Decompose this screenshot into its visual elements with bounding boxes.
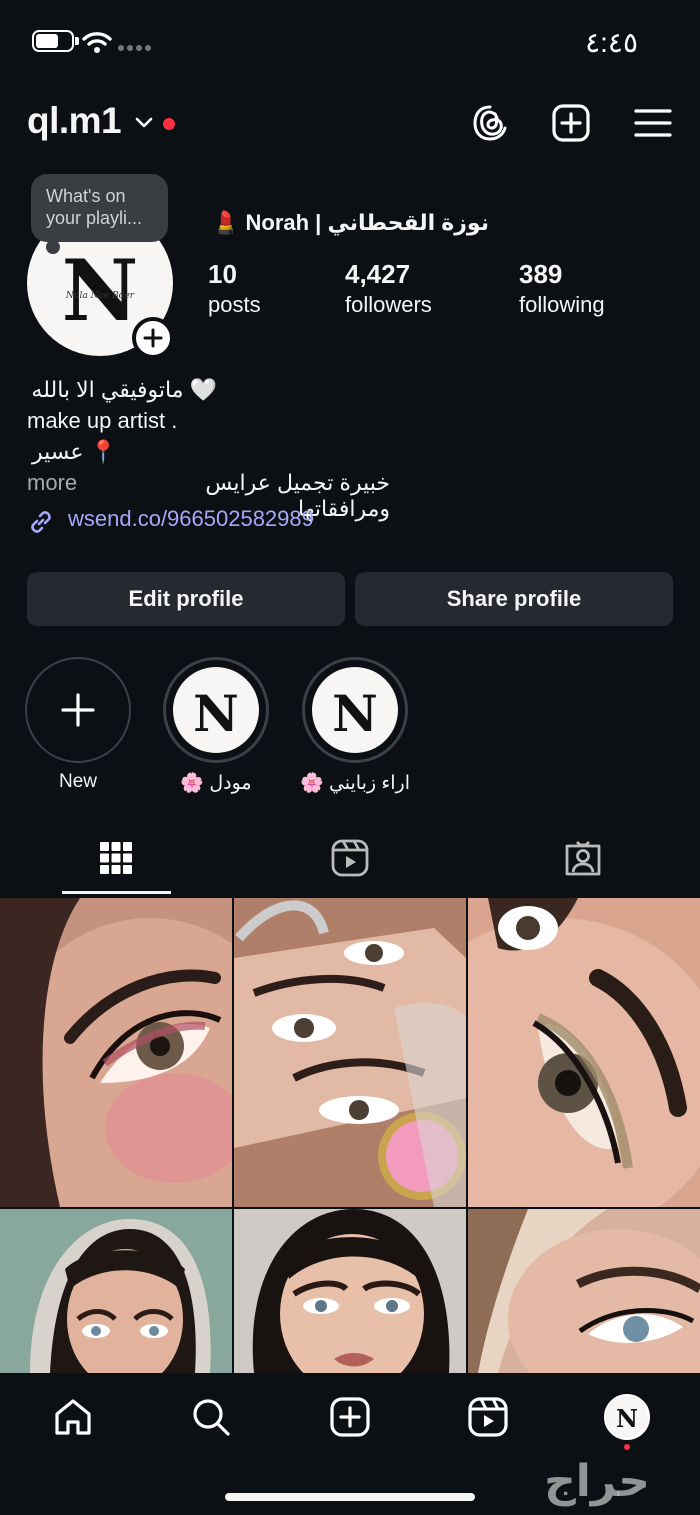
bio-link[interactable]: wsend.co/966502582989 (68, 506, 314, 532)
notification-dot (163, 118, 175, 130)
svg-text:حراج: حراج (544, 1456, 650, 1507)
create-icon[interactable] (551, 103, 591, 143)
highlight-reviews[interactable]: N (302, 657, 408, 763)
reels-icon[interactable] (467, 1396, 509, 1438)
create-icon[interactable] (329, 1396, 371, 1438)
svg-text:N: N (616, 1404, 638, 1433)
grid-post-5[interactable] (234, 1209, 466, 1373)
plus-icon (61, 693, 95, 727)
profile-tab-avatar[interactable]: N (604, 1394, 650, 1440)
monogram-logo: N (332, 684, 378, 743)
chevron-down-icon[interactable] (135, 116, 153, 130)
grid-post-2[interactable] (234, 898, 466, 1207)
posts-label[interactable]: posts (208, 292, 261, 318)
highlight-label-new: New (58, 771, 97, 792)
grid-post-1[interactable] (0, 898, 232, 1207)
edit-profile-button[interactable]: Edit profile (27, 572, 345, 626)
threads-icon[interactable] (470, 103, 510, 143)
menu-icon[interactable] (633, 103, 673, 143)
reels-icon[interactable] (330, 838, 370, 878)
note-bubble[interactable]: What's on your playli... (31, 174, 168, 242)
search-icon[interactable] (190, 1396, 232, 1438)
link-icon (31, 511, 51, 533)
bio-more-link[interactable]: more (27, 470, 77, 496)
grid-icon[interactable] (96, 838, 136, 878)
following-label[interactable]: following (519, 292, 605, 318)
new-highlight-button[interactable] (25, 657, 131, 763)
posts-count[interactable]: 10 (208, 259, 237, 290)
svg-text:Nula Nae Bder: Nula Nae Bder (65, 291, 135, 301)
following-count[interactable]: 389 (519, 259, 562, 290)
tagged-icon[interactable] (563, 838, 603, 878)
grid-post-4[interactable] (0, 1209, 232, 1373)
active-tab-indicator (62, 891, 171, 894)
monogram-logo: N (193, 684, 239, 743)
highlight-label-reviews: 🌸 اراء زبايني (300, 773, 410, 794)
cellular-signal-icon (118, 45, 151, 51)
monogram-logo: N (616, 1404, 638, 1433)
bio-line-3: 📍 عسير (31, 439, 117, 464)
svg-text:N: N (193, 684, 239, 743)
note-bubble-tail (46, 240, 60, 254)
notification-dot (624, 1444, 630, 1450)
grid-post-6[interactable] (468, 1209, 700, 1373)
followers-count[interactable]: 4,427 (345, 259, 410, 290)
add-story-button[interactable] (132, 317, 174, 359)
haraj-watermark: حراج (544, 1456, 650, 1507)
svg-text:N: N (332, 684, 378, 743)
status-time: ٤:٤٥ (585, 27, 638, 58)
share-profile-button[interactable]: Share profile (355, 572, 673, 626)
bio-line-2: make up artist . (27, 408, 178, 433)
account-switcher-username[interactable]: ql.m1 (27, 100, 122, 142)
home-indicator (225, 1493, 475, 1501)
grid-post-3[interactable] (468, 898, 700, 1207)
plus-icon (143, 328, 163, 348)
battery-icon (32, 30, 79, 52)
home-icon[interactable] (52, 1396, 94, 1438)
wifi-icon (82, 32, 112, 53)
followers-label[interactable]: followers (345, 292, 432, 318)
highlight-label-model: 🌸 مودل (180, 773, 252, 794)
profile-full-name: 💄 Norah | نوزة القحطاني (212, 210, 489, 235)
highlight-model[interactable]: N (163, 657, 269, 763)
bio-line-1: 🤍 ماتوفيقي الا بالله (31, 377, 217, 402)
